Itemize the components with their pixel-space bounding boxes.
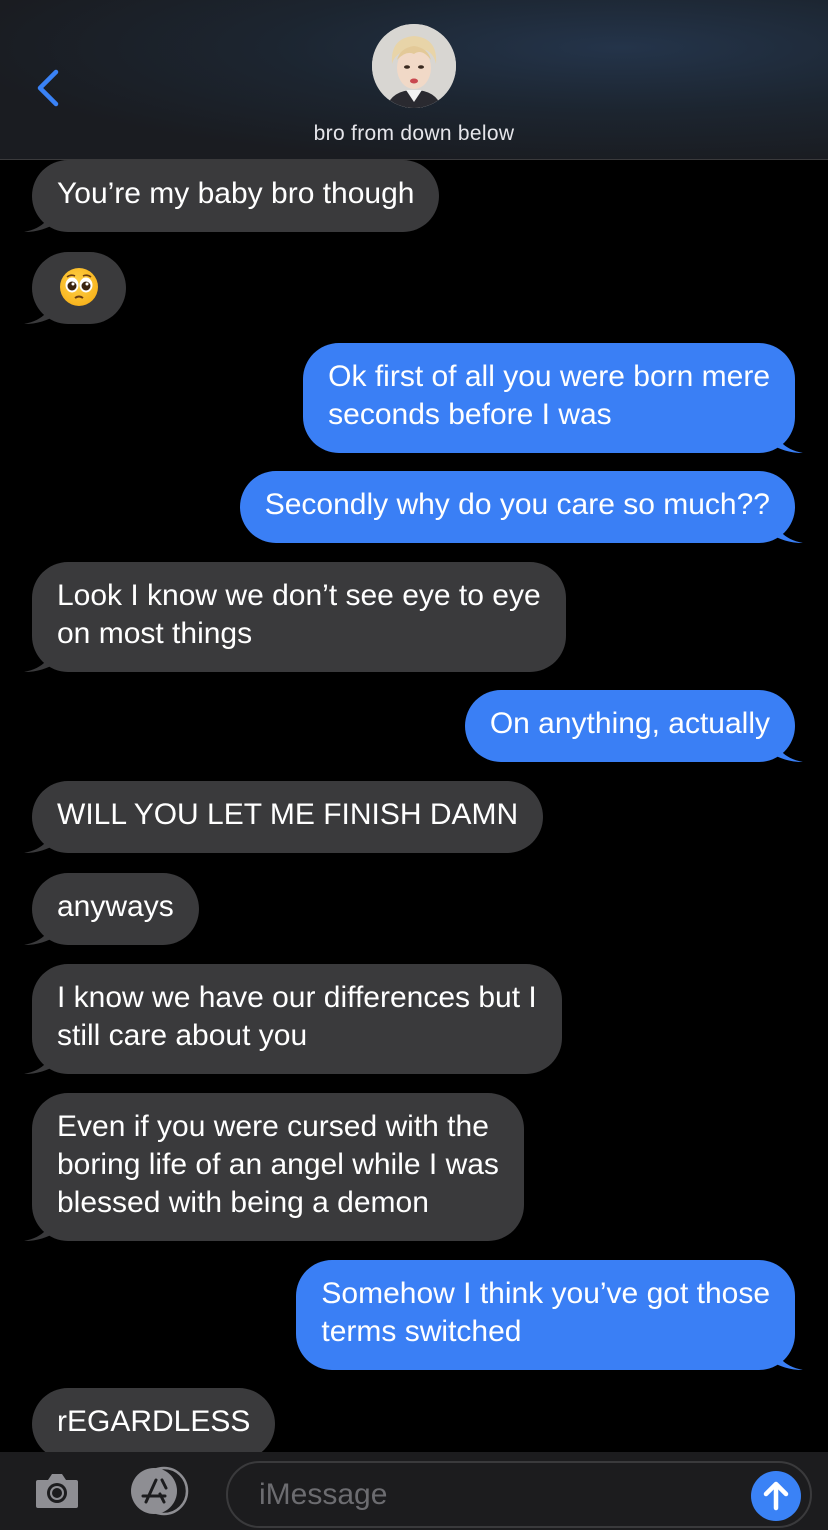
message-text-line: seconds before I was	[328, 398, 612, 431]
message-text-line: boring life of an angel while I was	[57, 1148, 499, 1181]
message-text-line: Ok first of all you were born mere	[328, 360, 770, 393]
message-outgoing[interactable]: On anything, actually	[464, 690, 803, 762]
message-incoming[interactable]: rEGARDLESS	[32, 1388, 276, 1452]
message-text: rEGARDLESS	[57, 1405, 251, 1438]
bubble-tail-icon	[773, 730, 803, 762]
bubble-tail-icon	[773, 421, 803, 453]
conversation-header: bro from down below	[0, 0, 828, 160]
message-incoming-emoji[interactable]	[24, 252, 126, 324]
message-incoming[interactable]: anyways	[24, 873, 199, 945]
message-text-line: Somehow I think you’ve got those	[321, 1277, 770, 1310]
message-text-line: Look I know we don’t see eye to eye	[57, 579, 541, 612]
message-input-placeholder: iMessage	[259, 1478, 388, 1511]
message-incoming[interactable]: Even if you were cursed with the boring …	[24, 1093, 524, 1241]
message-input[interactable]: iMessage	[226, 1461, 812, 1528]
message-incoming[interactable]: Look I know we don’t see eye to eye on m…	[24, 562, 566, 672]
bubble-tail-icon	[24, 292, 54, 324]
contact-avatar[interactable]	[372, 24, 456, 108]
bubble-tail-icon	[24, 200, 54, 232]
message-text: WILL YOU LET ME FINISH DAMN	[57, 798, 519, 831]
pleading-face-icon	[60, 267, 98, 306]
message-text: Secondly why do you care so much??	[264, 488, 770, 521]
app-store-icon[interactable]	[126, 1466, 194, 1516]
bubble-tail-icon	[24, 913, 54, 945]
bubble-tail-icon	[24, 640, 54, 672]
message-text: On anything, actually	[489, 707, 770, 740]
message-outgoing[interactable]: Somehow I think you’ve got those terms s…	[296, 1260, 803, 1370]
message-text: anyways	[57, 890, 174, 923]
message-text-line: on most things	[57, 617, 253, 650]
bubble-tail-icon	[24, 1209, 54, 1241]
message-incoming[interactable]: WILL YOU LET ME FINISH DAMN	[24, 781, 544, 853]
back-chevron-icon[interactable]	[30, 66, 70, 110]
contact-name[interactable]: bro from down below	[0, 122, 828, 146]
message-outgoing[interactable]: Secondly why do you care so much??	[239, 471, 803, 543]
message-outgoing[interactable]: Ok first of all you were born mere secon…	[303, 343, 803, 453]
send-button[interactable]	[751, 1471, 801, 1521]
message-text-line: Even if you were cursed with the	[57, 1110, 489, 1143]
message-text-line: I know we have our differences but I	[57, 981, 537, 1014]
message-text-line: terms switched	[321, 1315, 522, 1348]
message-text-line: still care about you	[57, 1019, 308, 1052]
message-incoming[interactable]: You’re my baby bro though	[24, 160, 440, 232]
bubble-tail-icon	[773, 511, 803, 543]
send-arrow-icon	[763, 1481, 789, 1511]
bubble-tail-icon	[773, 1338, 803, 1370]
camera-icon[interactable]	[34, 1470, 80, 1510]
bubble-tail-icon	[24, 1042, 54, 1074]
bubble-tail-icon	[24, 821, 54, 853]
message-text: You’re my baby bro though	[57, 177, 415, 210]
message-thread[interactable]: You’re my baby bro though Ok first of al…	[0, 0, 828, 1452]
message-incoming[interactable]: I know we have our differences but I sti…	[24, 964, 562, 1074]
message-text-line: blessed with being a demon	[57, 1186, 429, 1219]
